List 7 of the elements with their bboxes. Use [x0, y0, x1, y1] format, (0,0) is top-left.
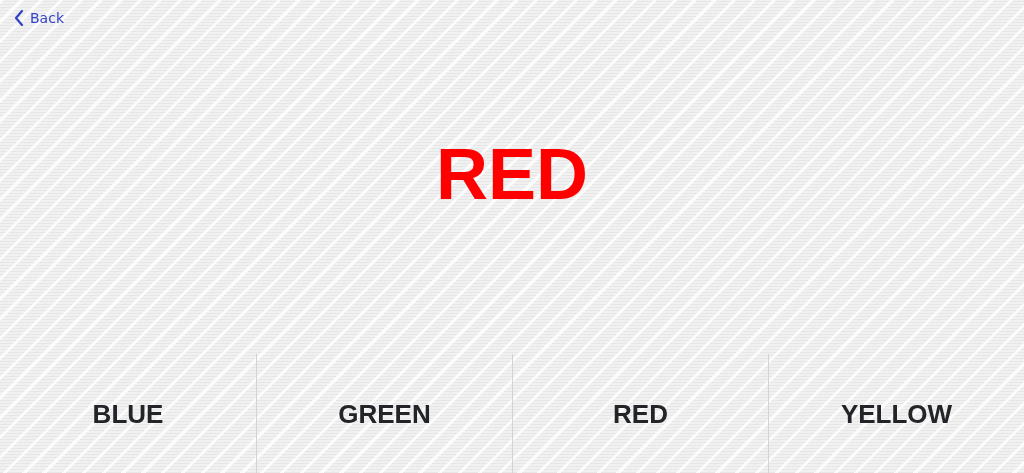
answer-button[interactable]: RED — [512, 354, 768, 473]
answer-button[interactable]: YELLOW — [768, 354, 1024, 473]
back-button[interactable]: Back — [12, 8, 66, 28]
answer-button[interactable]: BLUE — [0, 354, 256, 473]
color-word: RED — [436, 133, 588, 215]
chevron-left-icon — [14, 10, 24, 26]
answer-button[interactable]: GREEN — [256, 354, 512, 473]
